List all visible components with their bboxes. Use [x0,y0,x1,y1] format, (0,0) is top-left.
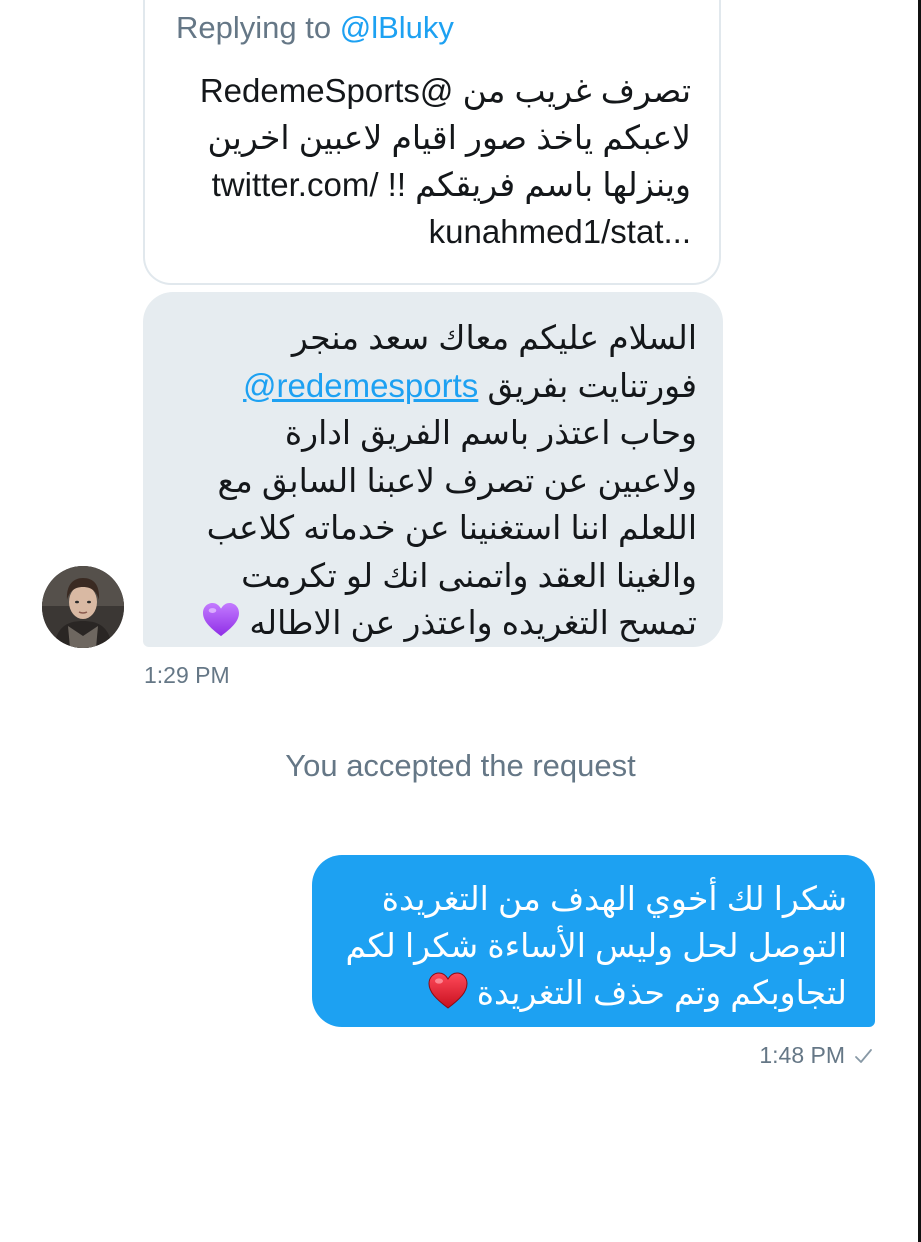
quoted-tweet-line: RedemeSports@ تصرف غريب من [199,72,691,109]
sent-timestamp: 1:48 PM [759,1042,845,1068]
message-line: تمسح التغريده واعتذر عن الاطاله [157,599,697,647]
message-line: والغينا العقد واتمنى انك لو تكرمت [241,556,697,594]
message-line: اللعلم اننا استغنينا عن خدماته كلاعب [206,509,697,546]
red-heart-icon [428,972,468,1009]
received-message-bubble[interactable]: السلام عليكم معاك سعد منجر فورتنايت بفري… [143,292,723,647]
avatar[interactable] [42,566,124,648]
quoted-tweet-line: وينزلها باسم فريقكم !! /twitter.com [211,166,691,203]
quoted-tweet-card[interactable]: Replying to @lBluky RedemeSports@ تصرف غ… [143,0,721,285]
purple-heart-icon [203,602,240,637]
message-line: شكرا لك أخوي الهدف من التغريدة [381,880,847,917]
quoted-tweet-link[interactable]: kunahmed1/stat... [171,208,691,255]
message-line: التوصل لحل وليس الأساءة شكرا لكم [345,927,847,964]
replying-prefix: Replying to [176,10,332,45]
replying-to-line: Replying to @lBluky [176,10,454,46]
received-message-text: السلام عليكم معاك سعد منجر فورتنايت بفري… [157,314,697,647]
message-line: ولاعبين عن تصرف لاعبنا السابق مع [217,461,698,499]
message-line-text: لتجاوبكم وتم حذف التغريدة [476,974,847,1011]
sent-message-bubble[interactable]: شكرا لك أخوي الهدف من التغريدة التوصل لح… [312,855,875,1027]
mention-link[interactable]: @redemesports [243,367,478,404]
message-line: فورتنايت بفريق @redemesports [157,362,697,410]
sent-message-text: شكرا لك أخوي الهدف من التغريدة التوصل لح… [327,875,847,1016]
message-line: السلام عليكم معاك سعد منجر [291,319,697,356]
check-icon [855,1048,872,1063]
sent-timestamp-row: 1:48 PM [759,1042,873,1069]
quoted-tweet-text: RedemeSports@ تصرف غريب من لاعبكم ياخذ ص… [171,67,691,255]
message-line-text: تمسح التغريده واعتذر عن الاطاله [249,604,697,641]
replying-handle-link[interactable]: @lBluky [340,10,454,45]
message-line: لتجاوبكم وتم حذف التغريدة [327,969,847,1016]
message-line-text: فورتنايت بفريق [487,366,697,404]
request-accepted-notice: You accepted the request [285,748,636,783]
avatar-image [42,566,124,648]
quoted-tweet-line: لاعبكم ياخذ صور اقيام لاعبين اخرين [207,119,691,156]
message-line: وحاب اعتذر باسم الفريق ادارة [284,414,697,451]
received-timestamp: 1:29 PM [144,662,230,688]
